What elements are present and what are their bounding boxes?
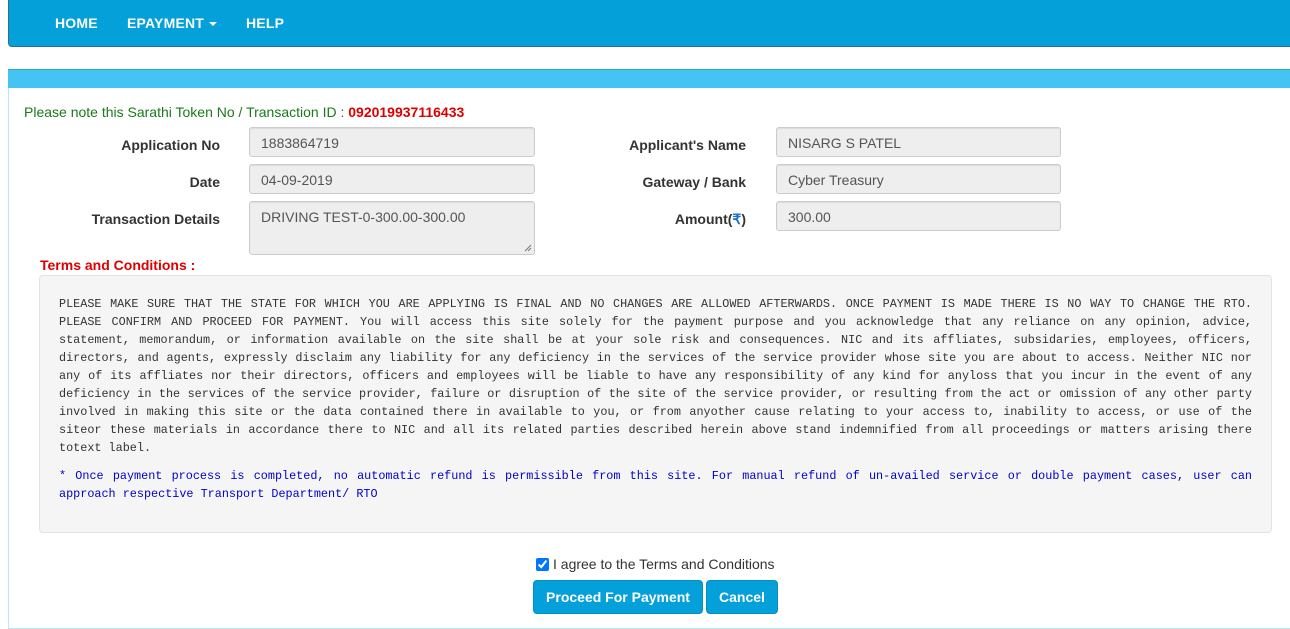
caret-down-icon <box>209 22 218 27</box>
amount-label-text: Amount( <box>674 211 733 227</box>
application-no-label: Application No <box>121 137 220 153</box>
refund-note: * Once payment process is completed, no … <box>59 469 1252 501</box>
transaction-details-label: Transaction Details <box>91 211 220 227</box>
agree-label: I agree to the Terms and Conditions <box>553 556 775 572</box>
agree-terms[interactable]: I agree to the Terms and Conditions <box>536 556 775 572</box>
resize-grip-icon[interactable] <box>524 244 532 252</box>
token-prefix: Please note this Sarathi Token No / Tran… <box>24 104 349 120</box>
gateway-bank-field[interactable]: Cyber Treasury <box>776 164 1061 194</box>
proceed-for-payment-button[interactable]: Proceed For Payment <box>533 580 703 614</box>
transaction-details-textarea[interactable]: DRIVING TEST-0-300.00-300.00 <box>249 201 535 255</box>
applicant-name-field[interactable]: NISARG S PATEL <box>776 127 1061 157</box>
application-no-field[interactable]: 1883864719 <box>249 127 535 157</box>
nav-epayment-label: EPAYMENT <box>127 15 205 31</box>
amount-label: Amount(₹) <box>586 211 746 228</box>
applicant-name-label: Applicant's Name <box>629 137 746 153</box>
nav-home[interactable]: HOME <box>55 15 98 31</box>
terms-body: PLEASE MAKE SURE THAT THE STATE FOR WHIC… <box>59 297 1252 455</box>
date-field[interactable]: 04-09-2019 <box>249 164 535 194</box>
agree-checkbox[interactable] <box>536 558 549 571</box>
rupee-icon: ₹ <box>732 211 742 227</box>
cancel-button[interactable]: Cancel <box>706 580 778 614</box>
date-label: Date <box>189 174 220 190</box>
amount-label-end: ) <box>741 211 746 227</box>
transaction-details-value: DRIVING TEST-0-300.00-300.00 <box>261 209 466 225</box>
terms-title: Terms and Conditions : <box>40 257 196 273</box>
gateway-bank-label: Gateway / Bank <box>642 174 747 190</box>
nav-epayment-dropdown[interactable]: EPAYMENT <box>127 15 218 31</box>
amount-field[interactable]: 300.00 <box>776 201 1061 231</box>
panel-header <box>8 69 1290 88</box>
top-navbar: HOME EPAYMENT HELP <box>8 0 1290 47</box>
token-value: 092019937116433 <box>348 104 465 120</box>
nav-help[interactable]: HELP <box>246 15 284 31</box>
token-notice: Please note this Sarathi Token No / Tran… <box>24 104 464 120</box>
